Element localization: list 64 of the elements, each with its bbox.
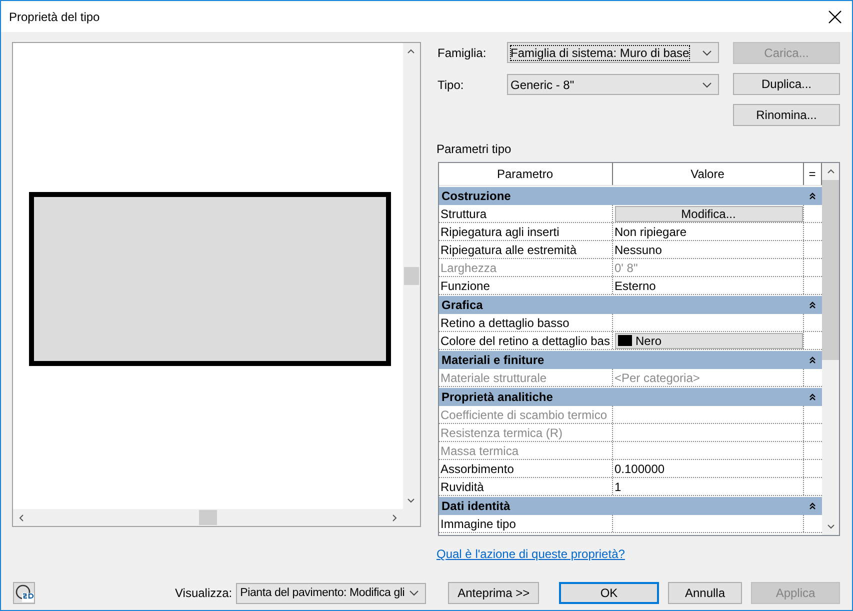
group-header[interactable]: Costruzione [438, 186, 822, 205]
column-header[interactable]: Parametro [438, 163, 612, 185]
parameter-cell: Colore del retino a dettaglio bas [438, 332, 612, 349]
collapse-icon[interactable] [809, 502, 816, 510]
view-dropdown[interactable]: Pianta del pavimento: Modifica gli [236, 582, 426, 604]
parameter-cell: Larghezza [438, 259, 612, 276]
ok-button[interactable]: OK [559, 582, 659, 604]
rename-button[interactable]: Rinomina... [733, 104, 840, 126]
parameter-cell: Coefficiente di scambio termico [438, 406, 612, 423]
column-header[interactable]: Valore [612, 163, 804, 185]
parameter-cell: Assorbimento [438, 460, 612, 477]
chevron-down-icon[interactable] [702, 82, 712, 88]
group-header[interactable]: Dati identità [438, 496, 822, 515]
color-name: Nero [636, 334, 662, 348]
scroll-bar[interactable] [402, 43, 420, 509]
scroll-bar[interactable] [822, 163, 839, 535]
duplicate-button[interactable]: Duplica... [733, 73, 840, 95]
value-cell: <Per categoria> [614, 370, 700, 384]
view-2d-button[interactable] [13, 582, 35, 604]
parameter-cell: Ripiegatura alle estremità [438, 241, 612, 258]
parameter-cell: Funzione [438, 277, 612, 294]
section-label: Parametri tipo [436, 142, 512, 156]
color-button[interactable]: Nero [614, 332, 802, 348]
group-title: Grafica [442, 298, 483, 312]
family-dropdown[interactable]: Famiglia di sistema: Muro di base [506, 42, 718, 63]
scroll-bar[interactable] [13, 509, 420, 526]
parameter-cell: Ripiegatura agli inserti [438, 223, 612, 240]
group-title: Materiali e finiture [442, 353, 544, 367]
chevron-down-icon[interactable] [702, 50, 712, 56]
group-title: Costruzione [442, 189, 511, 203]
collapse-icon[interactable] [809, 356, 816, 364]
collapse-icon[interactable] [809, 393, 816, 401]
group-header[interactable]: Materiali e finiture [438, 350, 822, 369]
parameter-cell: Materiale strutturale [438, 369, 612, 386]
parameter-cell: Struttura [438, 205, 612, 222]
chevron-down-icon[interactable] [409, 590, 420, 596]
parameter-cell: Ruvidità [438, 478, 612, 495]
group-title: Dati identità [442, 499, 510, 513]
parameter-cell: Massa termica [438, 442, 612, 459]
family-label: Famiglia: [436, 46, 488, 60]
group-header[interactable]: Grafica [438, 295, 822, 314]
group-title: Proprietà analitiche [442, 390, 553, 404]
cancel-button[interactable]: Annulla [668, 582, 742, 604]
value-cell: 0.100000 [614, 462, 665, 476]
collapse-icon[interactable] [809, 192, 816, 200]
value-cell: 1 [614, 480, 622, 494]
close-icon[interactable] [828, 10, 842, 24]
value-cell: Non ripiegare [614, 224, 687, 238]
2d-view-icon [14, 583, 34, 603]
preview-button[interactable]: Anteprima >> [448, 582, 540, 604]
view-label: Visualizza: [175, 586, 232, 600]
group-header[interactable]: Proprietà analitiche [438, 387, 822, 406]
collapse-icon[interactable] [809, 301, 816, 309]
value-cell: Esterno [614, 278, 656, 292]
help-link[interactable]: Qual è l'azione di queste proprietà? [436, 547, 625, 561]
parameter-cell: Retino a dettaglio basso [438, 314, 612, 331]
parameter-cell: Resistenza termica (R) [438, 424, 612, 441]
edit-button[interactable]: Modifica... [614, 206, 802, 222]
parameter-cell: Immagine tipo [438, 515, 612, 532]
value-cell: 0' 8" [614, 260, 638, 274]
type-label: Tipo: [436, 78, 465, 92]
value-cell: Nessuno [614, 242, 662, 256]
type-dropdown[interactable]: Generic - 8" [506, 74, 718, 95]
window-title: Proprietà del tipo [9, 10, 100, 24]
